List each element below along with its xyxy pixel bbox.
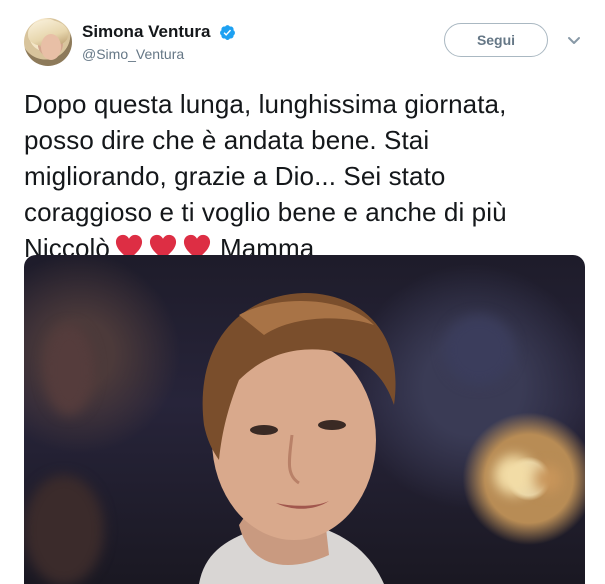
tweet-text: Dopo questa lunga, lunghissima giornata,… [24, 86, 589, 270]
tweet-text-line-4: coraggioso e ti voglio bene e anche di p… [24, 197, 507, 227]
tweet-text-line-2: posso dire che è andata bene. Stai [24, 125, 430, 155]
user-avatar[interactable] [24, 18, 72, 66]
user-names: Simona Ventura @Simo_Ventura [82, 22, 236, 63]
tweet-header: Simona Ventura @Simo_Ventura Segui [24, 18, 589, 70]
tweet-photo[interactable] [24, 255, 585, 584]
user-handle[interactable]: @Simo_Ventura [82, 45, 236, 63]
user-display-name[interactable]: Simona Ventura [82, 22, 210, 42]
photo-subject [199, 293, 396, 584]
tweet-card: Simona Ventura @Simo_Ventura Segui Dopo … [0, 0, 605, 584]
tweet-text-line-3: migliorando, grazie a Dio... Sei stato [24, 161, 446, 191]
avatar-face [41, 34, 61, 60]
verified-badge-icon [219, 24, 235, 40]
follow-button[interactable]: Segui [444, 23, 548, 57]
chevron-down-icon[interactable] [566, 32, 582, 48]
tweet-text-line-1: Dopo questa lunga, lunghissima giornata, [24, 89, 507, 119]
